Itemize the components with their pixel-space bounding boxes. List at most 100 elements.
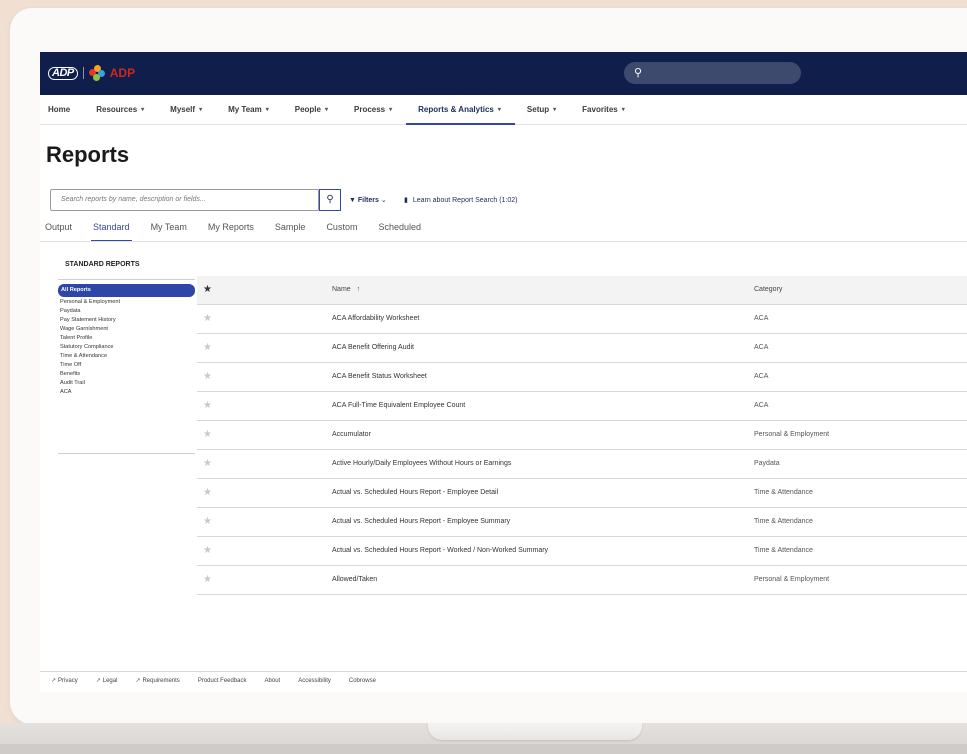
- tab-sample[interactable]: Sample: [275, 222, 306, 242]
- top-bar: ADP ADP ⚲: [40, 52, 967, 95]
- table-row[interactable]: ★ ACA Benefit Offering Audit ACA: [197, 334, 967, 363]
- favorite-star-icon[interactable]: ★: [203, 342, 212, 353]
- footer-link-label: About: [264, 677, 281, 684]
- tab-output[interactable]: Output: [45, 222, 72, 242]
- page-title: Reports: [46, 142, 130, 167]
- table-row[interactable]: ★ Accumulator Personal & Employment: [197, 421, 967, 450]
- sidebar-item-time-off[interactable]: Time Off: [58, 361, 195, 370]
- sidebar-item-time-attendance[interactable]: Time & Attendance: [58, 352, 195, 361]
- favorite-star-icon[interactable]: ★: [203, 371, 212, 382]
- report-name-link[interactable]: ACA Benefit Status Worksheet: [332, 373, 427, 380]
- main-nav: Home Resources ▾ Myself ▾ My Team ▾ People ▾ Proc…: [40, 95, 967, 125]
- chevron-down-icon: ⌄: [380, 197, 387, 204]
- report-name-link[interactable]: ACA Benefit Offering Audit: [332, 344, 414, 351]
- table-row[interactable]: ★ ACA Affordability Worksheet ACA: [197, 305, 967, 334]
- adp-logo-mark: ADP: [48, 66, 78, 80]
- search-icon: ⚲: [634, 67, 643, 79]
- table-row[interactable]: ★ Actual vs. Scheduled Hours Report - Emp…: [197, 508, 967, 537]
- nav-item-reports-analytics[interactable]: Reports & Analytics ▾: [406, 95, 515, 125]
- report-name-link[interactable]: Actual vs. Scheduled Hours Report - Empl…: [332, 489, 498, 496]
- tab-my-team[interactable]: My Team: [151, 222, 187, 242]
- nav-item-people[interactable]: People ▾: [295, 95, 328, 125]
- favorite-star-icon[interactable]: ★: [203, 429, 212, 440]
- footer-link-privacy[interactable]: ↗ Privacy: [51, 677, 78, 685]
- report-name-link[interactable]: Actual vs. Scheduled Hours Report - Work…: [332, 547, 548, 554]
- favorite-star-icon[interactable]: ★: [203, 400, 212, 411]
- sidebar-item-wage-garnishment[interactable]: Wage Garnishment: [58, 325, 195, 334]
- report-name-link[interactable]: Active Hourly/Daily Employees Without Ho…: [332, 460, 511, 467]
- footer-link-legal[interactable]: ↗ Legal: [96, 677, 118, 685]
- table-row[interactable]: ★ ACA Benefit Status Worksheet ACA: [197, 363, 967, 392]
- table-row[interactable]: ★ Actual vs. Scheduled Hours Report - Wor…: [197, 537, 967, 566]
- tab-standard[interactable]: Standard: [91, 222, 132, 242]
- report-category: ACA: [754, 402, 769, 409]
- nav-item-process[interactable]: Process ▾: [354, 95, 392, 125]
- tab-my-reports[interactable]: My Reports: [208, 222, 254, 242]
- report-category: ACA: [754, 315, 769, 322]
- favorite-star-icon[interactable]: ★: [203, 458, 212, 469]
- favorite-star-icon[interactable]: ★: [203, 516, 212, 527]
- footer-link-about[interactable]: About: [265, 677, 281, 684]
- table-row[interactable]: ★ Active Hourly/Daily Employees Without H…: [197, 450, 967, 479]
- logo-divider: [82, 67, 84, 79]
- external-link-icon: ↗: [51, 678, 57, 684]
- footer-link-label: Product Feedback: [197, 677, 247, 684]
- nav-item-label: Setup: [526, 105, 550, 114]
- favorite-star-icon[interactable]: ★: [203, 313, 212, 324]
- nav-item-resources[interactable]: Resources ▾: [96, 95, 144, 125]
- reports-table: ★ Name ↑ Category ★ ACA Affordability Wor…: [197, 276, 967, 595]
- global-search[interactable]: ⚲: [624, 62, 801, 84]
- sidebar-item-all-reports[interactable]: All Reports: [58, 284, 195, 297]
- chevron-down-icon: ▾: [621, 107, 625, 113]
- table-row[interactable]: ★ ACA Full-Time Equivalent Employee Count…: [197, 392, 967, 421]
- nav-item-label: Home: [48, 105, 71, 114]
- column-header-name[interactable]: Name ↑: [332, 286, 360, 293]
- sidebar-item-pay-statement-history[interactable]: Pay Statement History: [58, 316, 195, 325]
- sidebar-item-personal-employment[interactable]: Personal & Employment: [58, 298, 195, 307]
- nav-item-home[interactable]: Home: [48, 95, 70, 125]
- tab-custom[interactable]: Custom: [326, 222, 357, 242]
- nav-item-setup[interactable]: Setup ▾: [527, 95, 556, 125]
- sidebar-item-aca[interactable]: ACA: [58, 388, 195, 397]
- sidebar-item-benefits[interactable]: Benefits: [58, 370, 195, 379]
- sidebar-item-statutory-compliance[interactable]: Statutory Compliance: [58, 343, 195, 352]
- report-name-link[interactable]: Actual vs. Scheduled Hours Report - Empl…: [332, 518, 510, 525]
- brand-logo[interactable]: ADP ADP: [48, 65, 135, 81]
- category-list: All Reports Personal & Employment Paydata P…: [58, 284, 195, 397]
- tab-scheduled[interactable]: Scheduled: [378, 222, 421, 242]
- report-name-link[interactable]: ACA Full-Time Equivalent Employee Count: [332, 402, 465, 409]
- footer-link-cobrowse[interactable]: Cobrowse: [349, 677, 376, 684]
- nav-item-myself[interactable]: Myself ▾: [170, 95, 202, 125]
- favorite-star-icon[interactable]: ★: [203, 545, 212, 556]
- footer-link-label: Cobrowse: [348, 677, 376, 684]
- table-row[interactable]: ★ Actual vs. Scheduled Hours Report - Emp…: [197, 479, 967, 508]
- favorite-star-icon[interactable]: ★: [203, 574, 212, 585]
- report-search-input[interactable]: Search reports by name, description or f…: [50, 189, 319, 211]
- sidebar-item-talent-profile[interactable]: Talent Profile: [58, 334, 195, 343]
- footer-link-label: Accessibility: [298, 677, 331, 684]
- report-name-link[interactable]: Allowed/Taken: [332, 576, 377, 583]
- external-link-icon: ↗: [135, 678, 141, 684]
- column-header-category[interactable]: Category: [754, 286, 782, 293]
- footer-link-requirements[interactable]: ↗ Requirements: [135, 677, 179, 685]
- chevron-down-icon: ▾: [199, 107, 203, 113]
- favorite-star-icon[interactable]: ★: [203, 487, 212, 498]
- report-name-link[interactable]: ACA Affordability Worksheet: [332, 315, 419, 322]
- footer-link-accessibility[interactable]: Accessibility: [298, 677, 331, 684]
- chevron-down-icon: ▾: [265, 107, 269, 113]
- footer-link-product-feedback[interactable]: Product Feedback: [198, 677, 247, 684]
- nav-item-label: Resources: [96, 105, 138, 114]
- learn-video-link[interactable]: ▮ Learn about Report Search (1:02): [404, 196, 518, 204]
- sidebar-item-audit-trail[interactable]: Audit Trail: [58, 379, 195, 388]
- report-search-button[interactable]: ⚲: [319, 189, 341, 211]
- report-name-link[interactable]: Accumulator: [332, 431, 371, 438]
- sidebar-divider-bottom: [58, 453, 195, 454]
- table-row[interactable]: ★ Allowed/Taken Personal & Employment: [197, 566, 967, 595]
- favorite-star-icon[interactable]: ★: [203, 284, 212, 295]
- filters-button[interactable]: ▼ Filters ⌄: [349, 196, 387, 204]
- nav-item-my-team[interactable]: My Team ▾: [228, 95, 269, 125]
- nav-item-favorites[interactable]: Favorites ▾: [582, 95, 625, 125]
- filters-label: Filters: [357, 197, 379, 204]
- sort-arrow-icon: ↑: [356, 286, 361, 293]
- sidebar-item-paydata[interactable]: Paydata: [58, 307, 195, 316]
